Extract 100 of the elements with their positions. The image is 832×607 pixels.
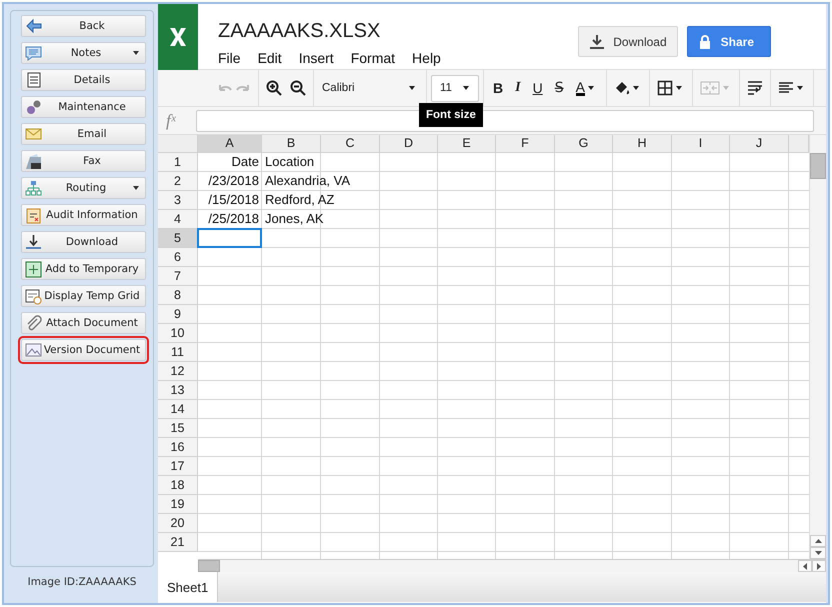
- scroll-up-button[interactable]: [810, 535, 826, 547]
- column-header[interactable]: D: [380, 135, 438, 153]
- caret-icon: [409, 86, 415, 90]
- download-icon: [25, 234, 42, 250]
- scroll-thumb[interactable]: [198, 560, 220, 572]
- column-header[interactable]: A: [198, 135, 262, 153]
- italic-button[interactable]: I: [510, 80, 526, 96]
- column-header[interactable]: B: [262, 135, 321, 153]
- row-header[interactable]: 2: [158, 172, 198, 191]
- scroll-thumb[interactable]: [810, 153, 826, 179]
- sheet-tab[interactable]: Sheet1: [158, 572, 218, 602]
- up-triangle-icon: [814, 539, 822, 543]
- table-cell: Location: [265, 153, 314, 171]
- table-cell: Alexandria, VA: [265, 172, 350, 190]
- table-cell: Jones, AK: [265, 210, 324, 228]
- row-header[interactable]: 11: [158, 343, 198, 362]
- column-header[interactable]: C: [321, 135, 380, 153]
- column-header[interactable]: J: [730, 135, 789, 153]
- row-header[interactable]: 13: [158, 381, 198, 400]
- plus-square-icon: [25, 260, 42, 278]
- column-header[interactable]: H: [613, 135, 672, 153]
- sidebar-button[interactable]: Display Temp Grid: [21, 285, 146, 307]
- row-header[interactable]: 12: [158, 362, 198, 381]
- column-header[interactable]: F: [496, 135, 555, 153]
- row-header[interactable]: 10: [158, 324, 198, 343]
- menu-item[interactable]: Help: [412, 50, 441, 66]
- font-dropdown[interactable]: Calibri: [318, 82, 422, 94]
- sidebar-button[interactable]: Email: [21, 123, 146, 145]
- sidebar-button[interactable]: Notes: [21, 42, 146, 64]
- row-header[interactable]: 18: [158, 476, 198, 495]
- row-header[interactable]: 5: [158, 229, 198, 248]
- active-cell[interactable]: [197, 228, 262, 248]
- sidebar-button[interactable]: Maintenance: [21, 96, 146, 118]
- row-header[interactable]: 3: [158, 191, 198, 210]
- table-cell: Redford, AZ: [265, 191, 334, 209]
- row-header[interactable]: 7: [158, 267, 198, 286]
- row-header[interactable]: 20: [158, 514, 198, 533]
- zoom-in-icon[interactable]: [266, 80, 282, 96]
- clipboard-icon: [25, 206, 42, 224]
- table-cell: Date: [232, 153, 259, 171]
- column-header[interactable]: G: [555, 135, 613, 153]
- strikethrough-button[interactable]: S̶: [550, 80, 569, 96]
- row-header[interactable]: 15: [158, 419, 198, 438]
- caret-icon: [722, 86, 729, 90]
- hierarchy-icon: [25, 180, 42, 196]
- formula-label: fˣ: [166, 110, 177, 130]
- scroll-left-button[interactable]: [798, 560, 812, 572]
- font-size-dropdown[interactable]: 11: [431, 74, 479, 102]
- row-header[interactable]: 21: [158, 533, 198, 552]
- horizontal-scrollbar[interactable]: [198, 559, 826, 572]
- formula-input[interactable]: [196, 110, 814, 132]
- vertical-scrollbar[interactable]: [809, 135, 826, 559]
- bold-button[interactable]: B: [488, 80, 508, 96]
- align-left-icon: [778, 80, 794, 96]
- menu-item[interactable]: File: [218, 50, 241, 66]
- zoom-out-icon[interactable]: [290, 80, 306, 96]
- row-header[interactable]: 6: [158, 248, 198, 267]
- table-cell: /15/2018: [208, 191, 259, 209]
- sidebar-button[interactable]: Routing: [21, 177, 146, 199]
- row-header[interactable]: 16: [158, 438, 198, 457]
- row-header[interactable]: 14: [158, 400, 198, 419]
- row-header[interactable]: 19: [158, 495, 198, 514]
- sidebar-button[interactable]: Audit Information: [21, 204, 146, 226]
- row-header[interactable]: 17: [158, 457, 198, 476]
- sidebar-button[interactable]: Download: [21, 231, 146, 253]
- image-id-label: Image ID:ZAAAAAKS: [26, 576, 138, 588]
- share-button[interactable]: Share: [686, 26, 771, 57]
- row-header[interactable]: 8: [158, 286, 198, 305]
- menu-item[interactable]: Edit: [258, 50, 282, 66]
- speech-bubble-icon: [25, 44, 42, 62]
- underline-button[interactable]: U: [528, 80, 548, 96]
- text-color-button[interactable]: A: [570, 80, 602, 96]
- row-header[interactable]: 9: [158, 305, 198, 324]
- back-arrow-icon: [25, 18, 42, 34]
- right-triangle-icon: [817, 562, 821, 570]
- sidebar-button[interactable]: Details: [21, 69, 146, 91]
- sidebar-button[interactable]: Version Document: [21, 339, 146, 361]
- caret-icon: [588, 86, 594, 90]
- scroll-right-button[interactable]: [812, 560, 826, 572]
- download-button[interactable]: Download: [578, 26, 678, 57]
- sidebar-button[interactable]: Back: [21, 15, 146, 37]
- row-header[interactable]: 1: [158, 153, 198, 172]
- caret-icon: [676, 86, 682, 90]
- tooltip: Font size: [419, 103, 483, 127]
- menu-item[interactable]: Insert: [298, 50, 334, 66]
- scroll-down-button[interactable]: [810, 547, 826, 559]
- image-icon: [25, 342, 42, 358]
- row-header[interactable]: 4: [158, 210, 198, 229]
- menu-item[interactable]: Format: [350, 50, 396, 66]
- lock-icon: [698, 34, 711, 48]
- document-title: ZAAAAAKS.XLSX: [218, 20, 382, 43]
- column-header[interactable]: E: [438, 135, 496, 153]
- corner-cell[interactable]: [158, 135, 198, 153]
- sidebar-button[interactable]: Attach Document: [21, 312, 146, 334]
- list-document-icon: [25, 72, 42, 88]
- sidebar-button[interactable]: Fax: [21, 150, 146, 172]
- sidebar-button[interactable]: Add to Temporary: [21, 258, 146, 280]
- wrap-text-icon[interactable]: [746, 80, 763, 96]
- column-header[interactable]: I: [672, 135, 730, 153]
- caret-icon: [133, 186, 139, 190]
